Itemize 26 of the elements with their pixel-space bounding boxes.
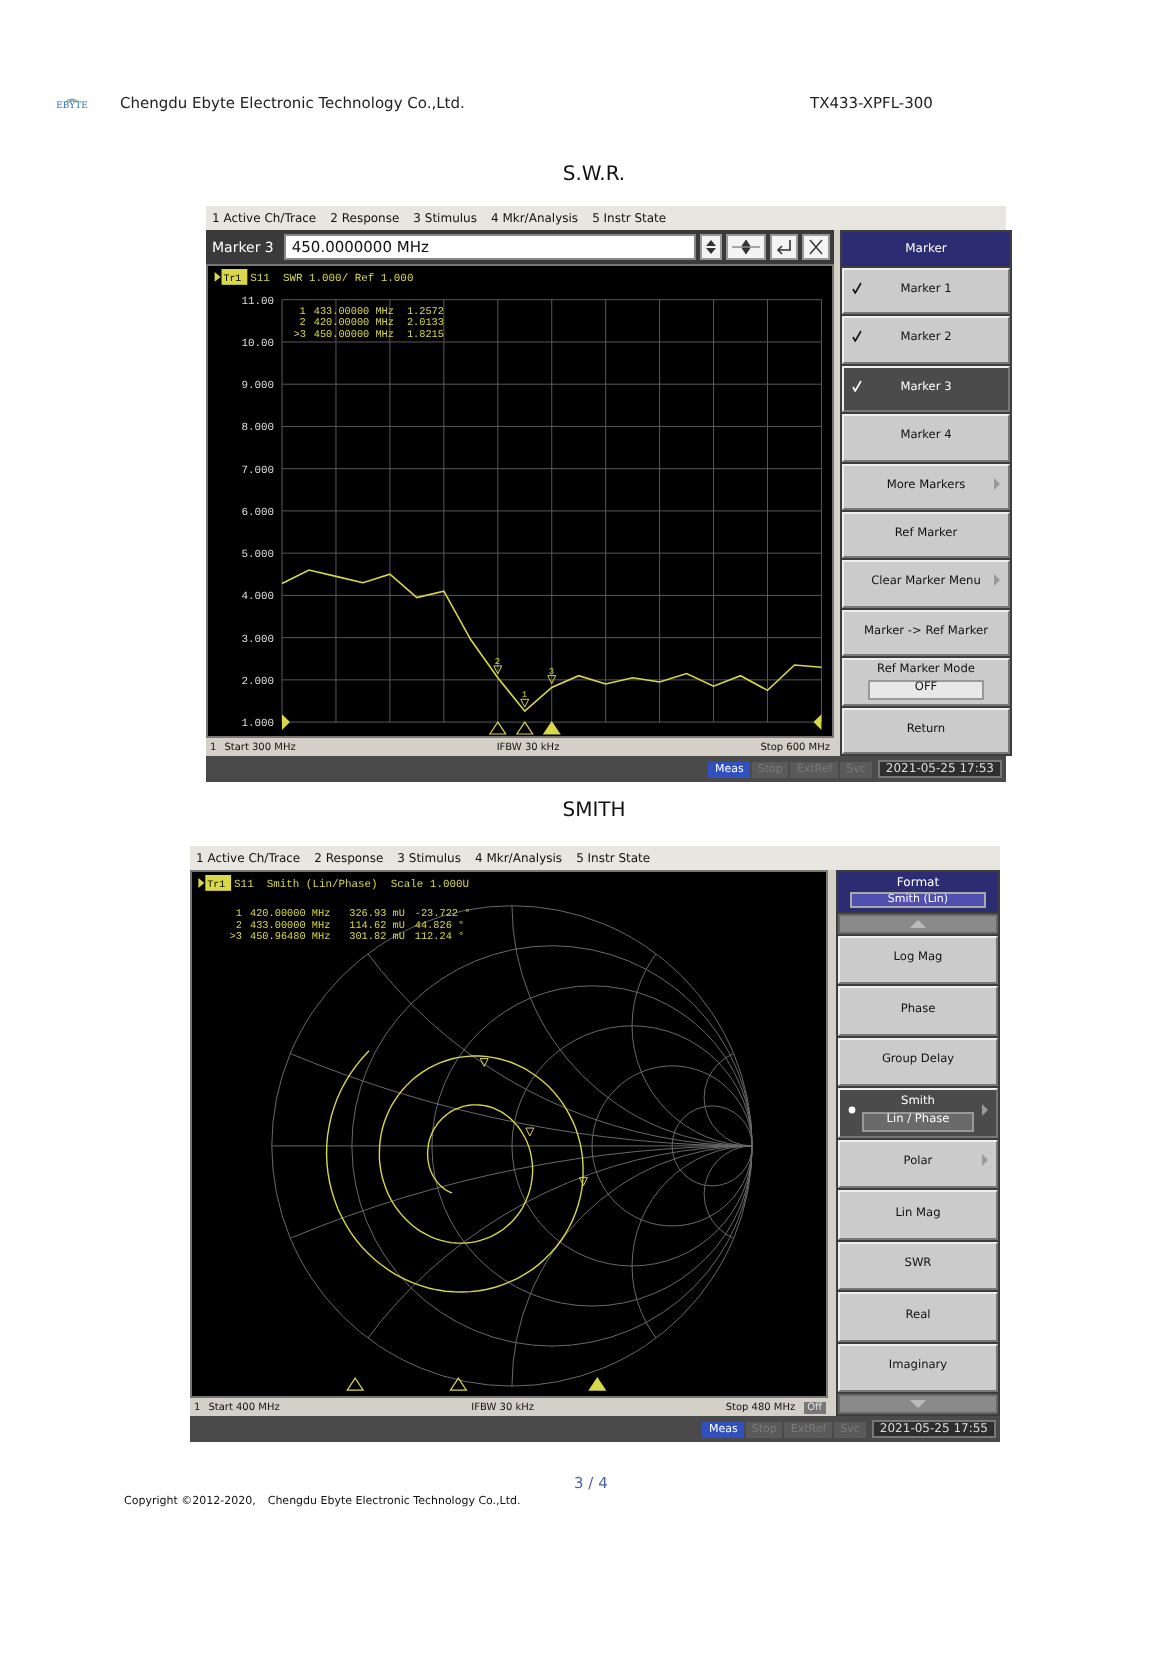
submenu-arrow-icon: [981, 1154, 987, 1167]
check-icon: [851, 330, 861, 343]
close-icon: [808, 238, 824, 256]
trace-marker-icon: [525, 1127, 535, 1137]
section-title: SMITH: [562, 800, 626, 822]
up-down-arrows-icon: [706, 238, 716, 256]
step-button[interactable]: [726, 234, 766, 260]
submenu-arrow-icon: [981, 1103, 987, 1116]
spin-button[interactable]: [700, 234, 722, 260]
submenu-arrow-icon: [993, 477, 999, 490]
enter-icon: [776, 238, 792, 256]
close-button[interactable]: [802, 234, 830, 260]
reference-marker-icon: [282, 714, 290, 731]
trace-marker-icon: [479, 1058, 489, 1067]
trace-marker-icon: [578, 1177, 588, 1187]
check-icon: [851, 379, 861, 392]
reference-marker-icon: [813, 714, 822, 731]
submenu-arrow-icon: [993, 574, 999, 587]
scroll-button[interactable]: [838, 1393, 998, 1414]
radio-dot-icon: [848, 1105, 856, 1114]
enter-button[interactable]: [770, 234, 798, 260]
check-icon: [851, 281, 861, 294]
step-arrows-icon: [732, 238, 760, 256]
section-title: S.W.R.: [562, 164, 626, 186]
down-triangle-icon: [910, 1399, 926, 1408]
up-triangle-icon: [910, 920, 926, 928]
